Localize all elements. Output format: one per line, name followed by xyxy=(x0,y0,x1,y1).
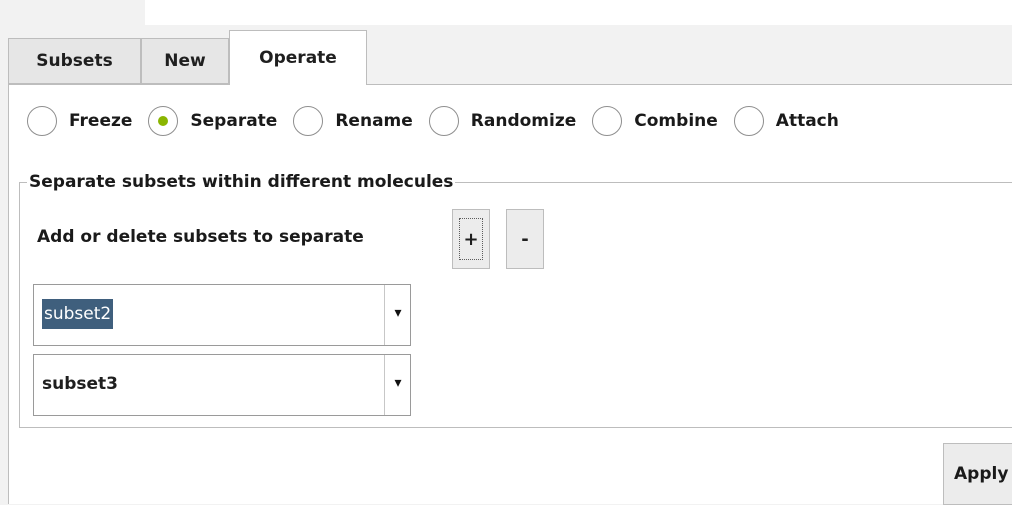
radio-label: Randomize xyxy=(470,111,577,131)
radio-label: Rename xyxy=(335,111,413,131)
combo-value-wrap: subset2 xyxy=(42,299,114,329)
tab-subsets[interactable]: Subsets xyxy=(8,38,141,84)
radio-label: Attach xyxy=(775,111,839,131)
radio-label: Separate xyxy=(190,111,278,131)
combo-divider xyxy=(384,285,385,345)
radio-attach[interactable]: Attach xyxy=(733,106,839,136)
top-white-strip xyxy=(0,0,1012,25)
combo-value: subset3 xyxy=(42,374,118,394)
radio-button-icon[interactable] xyxy=(592,106,623,136)
radio-separate[interactable]: Separate xyxy=(148,106,277,136)
operate-panel: Freeze Separate Rename Randomize Combine… xyxy=(8,84,1012,505)
combo-divider xyxy=(384,355,385,415)
tab-new[interactable]: New xyxy=(141,38,229,84)
chevron-down-icon[interactable]: ▾ xyxy=(390,303,406,323)
radio-button-icon[interactable] xyxy=(293,106,324,136)
top-left-notch xyxy=(0,0,145,25)
operation-radio-group: Freeze Separate Rename Randomize Combine… xyxy=(27,99,855,143)
chevron-down-icon[interactable]: ▾ xyxy=(390,373,406,393)
radio-rename[interactable]: Rename xyxy=(293,106,413,136)
radio-label: Combine xyxy=(634,111,718,131)
add-subset-button[interactable]: + xyxy=(452,209,490,269)
radio-label: Freeze xyxy=(69,111,133,131)
remove-subset-button[interactable]: - xyxy=(506,209,544,269)
radio-button-icon[interactable] xyxy=(148,106,179,136)
group-title: Separate subsets within different molecu… xyxy=(27,169,456,195)
radio-button-icon[interactable] xyxy=(27,106,57,136)
radio-button-icon[interactable] xyxy=(428,106,459,136)
tab-operate[interactable]: Operate xyxy=(229,30,367,85)
combo-value: subset2 xyxy=(42,299,114,329)
radio-freeze[interactable]: Freeze xyxy=(27,106,132,136)
apply-button[interactable]: Apply xyxy=(943,443,1012,505)
minus-icon: - xyxy=(521,228,529,250)
combo-value-wrap: subset3 xyxy=(42,369,118,399)
radio-combine[interactable]: Combine xyxy=(592,106,718,136)
radio-randomize[interactable]: Randomize xyxy=(428,106,577,136)
subset-combo-second[interactable]: subset3 ▾ xyxy=(33,354,411,416)
plus-icon: + xyxy=(463,228,479,250)
radio-button-icon[interactable] xyxy=(733,106,764,136)
add-delete-instruction: Add or delete subsets to separate xyxy=(37,227,364,247)
subset-combo-first[interactable]: subset2 ▾ xyxy=(33,284,411,346)
